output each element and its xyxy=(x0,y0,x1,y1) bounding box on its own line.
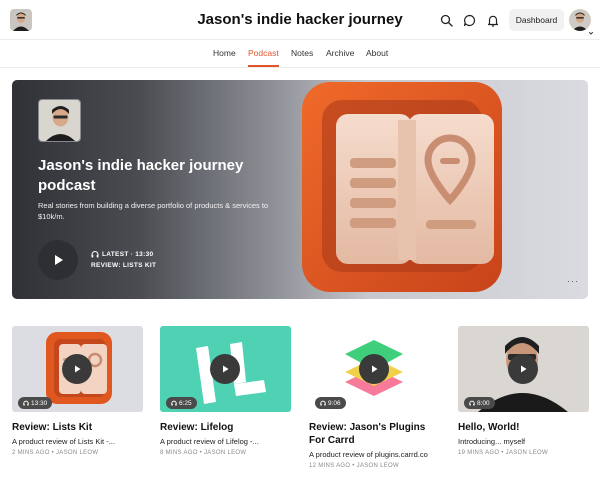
play-icon[interactable] xyxy=(359,354,389,384)
episode-title[interactable]: Review: Lifelog xyxy=(160,421,291,434)
episode-meta: 19 MINS AGO • JASON LEOW xyxy=(458,450,548,456)
podcast-cover-art xyxy=(288,80,518,299)
nav-item-about[interactable]: About xyxy=(366,48,388,58)
headphones-icon xyxy=(23,400,29,406)
nav-item-notes[interactable]: Notes xyxy=(291,48,313,58)
duration-badge: 6:25 xyxy=(166,397,197,409)
hero-description: Real stories from building a diverse por… xyxy=(38,201,269,221)
episode-card[interactable]: 9:06 Review: Jason's Plugins For Carrd A… xyxy=(309,326,440,469)
latest-episode-label: LATEST · 13:30 xyxy=(91,250,153,258)
episode-title[interactable]: Review: Lists Kit xyxy=(12,421,143,434)
chat-icon[interactable] xyxy=(461,12,477,28)
episode-meta: 2 MINS AGO • JASON LEOW xyxy=(12,450,99,456)
podcast-hero: Jason's indie hacker journey podcast Rea… xyxy=(12,80,588,299)
episode-card[interactable]: 6:25 Review: Lifelog A product review of… xyxy=(160,326,291,456)
active-tab-indicator xyxy=(248,65,279,67)
chevron-down-icon xyxy=(587,24,595,37)
episode-title[interactable]: Review: Jason's Plugins For Carrd xyxy=(309,421,440,447)
duration-badge: 9:06 xyxy=(315,397,346,409)
episode-thumbnail[interactable]: 13:30 xyxy=(12,326,143,412)
episode-thumbnail[interactable]: 8:00 xyxy=(458,326,589,412)
episode-card[interactable]: 8:00 Hello, World! Introducing... myself… xyxy=(458,326,589,456)
episode-description: A product review of Lifelog -... xyxy=(160,437,259,446)
site-header: Jason's indie hacker journey Dashboard xyxy=(0,0,600,40)
site-logo-avatar[interactable] xyxy=(10,9,32,31)
episode-description: Introducing... myself xyxy=(458,437,526,446)
episode-thumbnail[interactable]: 9:06 xyxy=(309,326,440,412)
episode-meta: 8 MINS AGO • JASON LEOW xyxy=(160,450,247,456)
play-icon[interactable] xyxy=(62,354,92,384)
headphones-icon xyxy=(91,251,99,258)
dashboard-button[interactable]: Dashboard xyxy=(509,9,564,31)
episode-thumbnail[interactable]: 6:25 xyxy=(160,326,291,412)
headphones-icon xyxy=(171,400,177,406)
latest-duration: LATEST · 13:30 xyxy=(102,250,154,258)
nav-item-home[interactable]: Home xyxy=(213,48,236,58)
nav-item-archive[interactable]: Archive xyxy=(326,48,354,58)
user-avatar[interactable] xyxy=(569,9,595,37)
podcast-host-avatar xyxy=(38,99,81,142)
play-icon[interactable] xyxy=(210,354,240,384)
headphones-icon xyxy=(320,400,326,406)
hero-title: Jason's indie hacker journey podcast xyxy=(38,157,244,194)
search-icon[interactable] xyxy=(438,12,454,28)
duration-badge: 13:30 xyxy=(18,397,53,409)
duration-badge: 8:00 xyxy=(464,397,495,409)
bell-icon[interactable] xyxy=(485,12,501,28)
episode-description: A product review of Lists Kit -... xyxy=(12,437,115,446)
episode-title[interactable]: Hello, World! xyxy=(458,421,589,434)
section-nav: Home Podcast Notes Archive About xyxy=(0,40,600,68)
play-icon xyxy=(55,255,63,265)
headphones-icon xyxy=(469,400,475,406)
latest-episode-title[interactable]: REVIEW: LISTS KIT xyxy=(91,262,156,269)
episode-meta: 12 MINS AGO • JASON LEOW xyxy=(309,463,399,469)
play-button[interactable] xyxy=(38,240,78,280)
play-icon[interactable] xyxy=(508,354,538,384)
episode-description: A product review of plugins.carrd.co xyxy=(309,450,428,459)
more-options-icon[interactable]: ··· xyxy=(567,276,579,286)
episode-card[interactable]: 13:30 Review: Lists Kit A product review… xyxy=(12,326,143,456)
nav-item-podcast[interactable]: Podcast xyxy=(248,48,279,58)
